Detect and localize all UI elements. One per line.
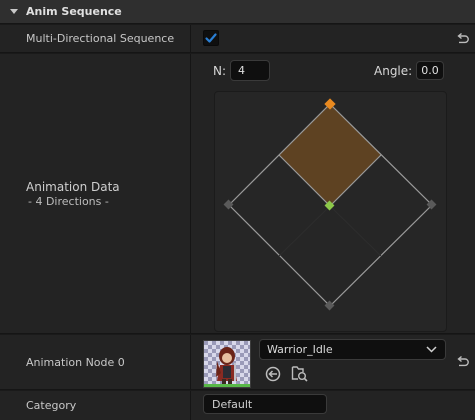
- asset-name: Warrior_Idle: [267, 343, 333, 356]
- n-input[interactable]: 4: [230, 60, 270, 81]
- caret-down-icon[interactable]: [10, 9, 18, 14]
- animation-data-sublabel: - 4 Directions -: [28, 194, 109, 208]
- category-input[interactable]: Default: [203, 394, 327, 414]
- multi-directional-checkbox[interactable]: [203, 30, 219, 46]
- checkmark-icon: [205, 33, 217, 43]
- n-label: N:: [213, 64, 227, 78]
- row-category: Category Default: [0, 391, 475, 420]
- selected-direction-area: [279, 104, 381, 206]
- category-value: Default: [192, 391, 475, 420]
- multi-directional-value: [192, 25, 475, 52]
- use-selected-icon[interactable]: [265, 366, 281, 382]
- multi-directional-label: Multi-Directional Sequence: [0, 25, 191, 52]
- animation-data-value: N: 4 Angle: 0.0: [192, 54, 475, 333]
- angle-input[interactable]: 0.0: [416, 61, 444, 80]
- section-header-anim-sequence[interactable]: Anim Sequence: [0, 0, 475, 24]
- reset-arrow-icon[interactable]: [455, 355, 469, 369]
- animation-node-label: Animation Node 0: [0, 335, 191, 389]
- sprite-thumbnail-image: [204, 341, 250, 387]
- browse-asset-icon[interactable]: [291, 365, 308, 382]
- animation-node-value: Warrior_Idle: [192, 335, 475, 389]
- faint-divider: [278, 205, 382, 257]
- direction-diagram: [223, 98, 437, 311]
- direction-plot[interactable]: [214, 91, 447, 332]
- asset-picker-combo[interactable]: Warrior_Idle: [259, 339, 446, 360]
- category-label: Category: [0, 391, 191, 420]
- row-multi-directional: Multi-Directional Sequence: [0, 25, 475, 53]
- animation-data-label-cell: Animation Data - 4 Directions -: [0, 54, 191, 333]
- row-animation-data: Animation Data - 4 Directions - N: 4 Ang…: [0, 54, 475, 334]
- row-animation-node: Animation Node 0 Warrior_Idle: [0, 335, 475, 390]
- animation-data-label: Animation Data: [26, 179, 120, 194]
- asset-thumbnail[interactable]: [203, 340, 251, 388]
- reset-arrow-icon[interactable]: [455, 32, 469, 46]
- angle-label: Angle:: [374, 64, 413, 78]
- section-title: Anim Sequence: [26, 5, 122, 18]
- chevron-down-icon: [426, 346, 437, 353]
